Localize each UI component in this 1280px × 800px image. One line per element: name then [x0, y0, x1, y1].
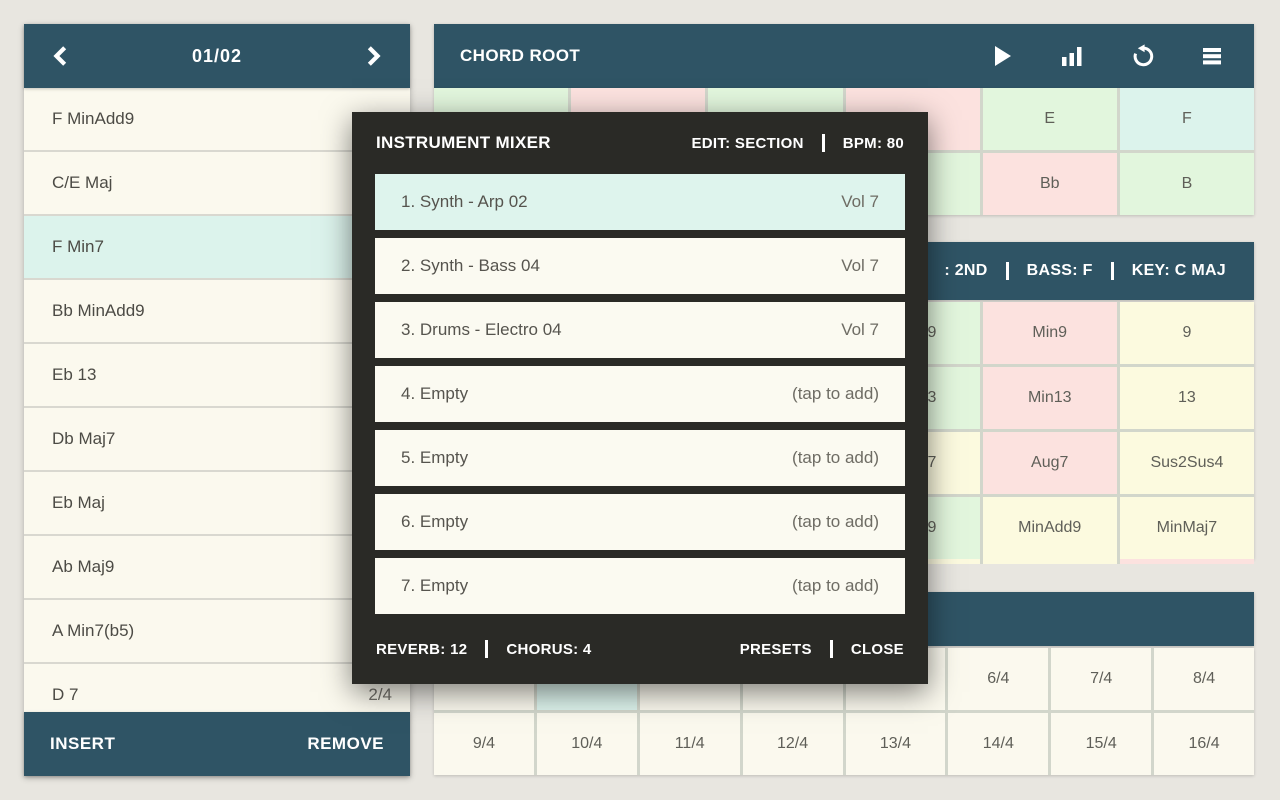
- chord-type-cell[interactable]: MinAdd9: [983, 497, 1117, 559]
- app-background: 01/02 F MinAdd9 C/E Maj F Min7 Bb MinAdd9 Eb…: [0, 0, 1280, 800]
- mixer-track-row[interactable]: 7. Empty (tap to add): [375, 558, 905, 614]
- chord-root-cell[interactable]: Bb: [983, 153, 1117, 215]
- bar-chart-icon[interactable]: [1060, 44, 1084, 68]
- chord-list-actions: INSERT REMOVE: [24, 712, 410, 776]
- mixer-track-row[interactable]: 2. Synth - Bass 04 Vol 7: [375, 238, 905, 294]
- chord-name-label: F Min7: [52, 237, 104, 257]
- separator: [830, 640, 833, 658]
- chord-root-cell[interactable]: B: [1120, 153, 1254, 215]
- separator: [1006, 262, 1009, 280]
- track-value-label: (tap to add): [792, 448, 879, 468]
- bpm-button[interactable]: BPM: 80: [843, 135, 904, 152]
- track-name-label: 1. Synth - Arp 02: [401, 192, 528, 212]
- reverb-button[interactable]: REVERB: 12: [376, 641, 467, 658]
- chord-type-cell-clipped: [1120, 559, 1254, 564]
- chord-name-label: F MinAdd9: [52, 109, 134, 129]
- beat-cell[interactable]: 15/4: [1051, 713, 1151, 775]
- mixer-track-list: 1. Synth - Arp 02Vol 72. Synth - Bass 04…: [352, 174, 928, 614]
- prev-page-button[interactable]: [50, 45, 72, 67]
- bass-status: BASS: F: [1027, 262, 1093, 280]
- presets-button[interactable]: PRESETS: [740, 641, 812, 658]
- separator: [485, 640, 488, 658]
- track-value-label: Vol 7: [841, 320, 879, 340]
- track-name-label: 7. Empty: [401, 576, 468, 596]
- beat-cell[interactable]: 7/4: [1051, 648, 1151, 710]
- chord-root-header: CHORD ROOT: [434, 24, 1254, 88]
- chord-root-cell[interactable]: F: [1120, 88, 1254, 150]
- chord-name-label: C/E Maj: [52, 173, 112, 193]
- mixer-footer: REVERB: 12 CHORUS: 4 PRESETS CLOSE: [352, 614, 928, 684]
- chord-name-label: Ab Maj9: [52, 557, 114, 577]
- chord-name-label: Eb Maj: [52, 493, 105, 513]
- chord-type-cell[interactable]: 13: [1120, 367, 1254, 429]
- mixer-track-row[interactable]: 6. Empty (tap to add): [375, 494, 905, 550]
- inversion-status: : 2ND: [944, 262, 987, 280]
- beat-cell[interactable]: 13/4: [846, 713, 946, 775]
- transport-icons: [990, 44, 1254, 68]
- undo-icon[interactable]: [1130, 44, 1154, 68]
- next-page-button[interactable]: [362, 45, 384, 67]
- beat-cell[interactable]: 10/4: [537, 713, 637, 775]
- chorus-button[interactable]: CHORUS: 4: [506, 641, 591, 658]
- beat-cell[interactable]: 16/4: [1154, 713, 1254, 775]
- chord-type-cell-clipped: [983, 559, 1117, 564]
- beat-cell[interactable]: 12/4: [743, 713, 843, 775]
- chord-type-cell[interactable]: MinMaj7: [1120, 497, 1254, 559]
- chord-list-pager: 01/02: [24, 24, 410, 88]
- mixer-action-group: PRESETS CLOSE: [740, 640, 904, 658]
- insert-button[interactable]: INSERT: [50, 734, 115, 754]
- chord-name-label: A Min7(b5): [52, 621, 134, 641]
- partial-label: 7: [928, 432, 937, 494]
- separator: [1111, 262, 1114, 280]
- chord-type-cell[interactable]: Sus2Sus4: [1120, 432, 1254, 494]
- beat-cell[interactable]: 11/4: [640, 713, 740, 775]
- edit-mode-button[interactable]: EDIT: SECTION: [691, 135, 803, 152]
- close-button[interactable]: CLOSE: [851, 641, 904, 658]
- chord-name-label: Db Maj7: [52, 429, 115, 449]
- track-value-label: (tap to add): [792, 384, 879, 404]
- mixer-header-status: EDIT: SECTION BPM: 80: [691, 134, 904, 152]
- track-name-label: 3. Drums - Electro 04: [401, 320, 562, 340]
- play-icon[interactable]: [990, 44, 1014, 68]
- mixer-track-row[interactable]: 5. Empty (tap to add): [375, 430, 905, 486]
- mixer-track-row[interactable]: 4. Empty (tap to add): [375, 366, 905, 422]
- track-value-label: Vol 7: [841, 256, 879, 276]
- track-name-label: 4. Empty: [401, 384, 468, 404]
- track-name-label: 5. Empty: [401, 448, 468, 468]
- track-name-label: 2. Synth - Bass 04: [401, 256, 540, 276]
- instrument-mixer-modal: INSTRUMENT MIXER EDIT: SECTION BPM: 80 1…: [352, 112, 928, 684]
- chord-name-label: Eb 13: [52, 365, 96, 385]
- page-indicator: 01/02: [192, 46, 242, 67]
- menu-icon[interactable]: [1200, 44, 1224, 68]
- beat-cell[interactable]: 8/4: [1154, 648, 1254, 710]
- track-value-label: (tap to add): [792, 576, 879, 596]
- mixer-track-row[interactable]: 3. Drums - Electro 04 Vol 7: [375, 302, 905, 358]
- track-value-label: Vol 7: [841, 192, 879, 212]
- track-value-label: (tap to add): [792, 512, 879, 532]
- chord-name-label: Bb MinAdd9: [52, 301, 145, 321]
- chord-name-label: D 7: [52, 685, 78, 705]
- mixer-header: INSTRUMENT MIXER EDIT: SECTION BPM: 80: [352, 112, 928, 174]
- beat-cell[interactable]: 9/4: [434, 713, 534, 775]
- chord-duration-label: 2/4: [368, 685, 392, 705]
- mixer-track-row[interactable]: 1. Synth - Arp 02 Vol 7: [375, 174, 905, 230]
- beat-cell[interactable]: 14/4: [948, 713, 1048, 775]
- partial-label: 9: [928, 302, 937, 364]
- key-status: KEY: C MAJ: [1132, 262, 1226, 280]
- chord-type-cell[interactable]: Min13: [983, 367, 1117, 429]
- chord-type-cell[interactable]: 9: [1120, 302, 1254, 364]
- partial-label: 3: [928, 367, 937, 429]
- chord-type-cell[interactable]: Aug7: [983, 432, 1117, 494]
- mixer-fx-group: REVERB: 12 CHORUS: 4: [376, 640, 592, 658]
- separator: [822, 134, 825, 152]
- chord-root-title: CHORD ROOT: [460, 46, 580, 66]
- beat-cell[interactable]: 6/4: [948, 648, 1048, 710]
- remove-button[interactable]: REMOVE: [307, 734, 384, 754]
- track-name-label: 6. Empty: [401, 512, 468, 532]
- chord-root-cell[interactable]: E: [983, 88, 1117, 150]
- partial-label: 9: [928, 497, 937, 559]
- chord-type-cell[interactable]: Min9: [983, 302, 1117, 364]
- mixer-title: INSTRUMENT MIXER: [376, 133, 551, 153]
